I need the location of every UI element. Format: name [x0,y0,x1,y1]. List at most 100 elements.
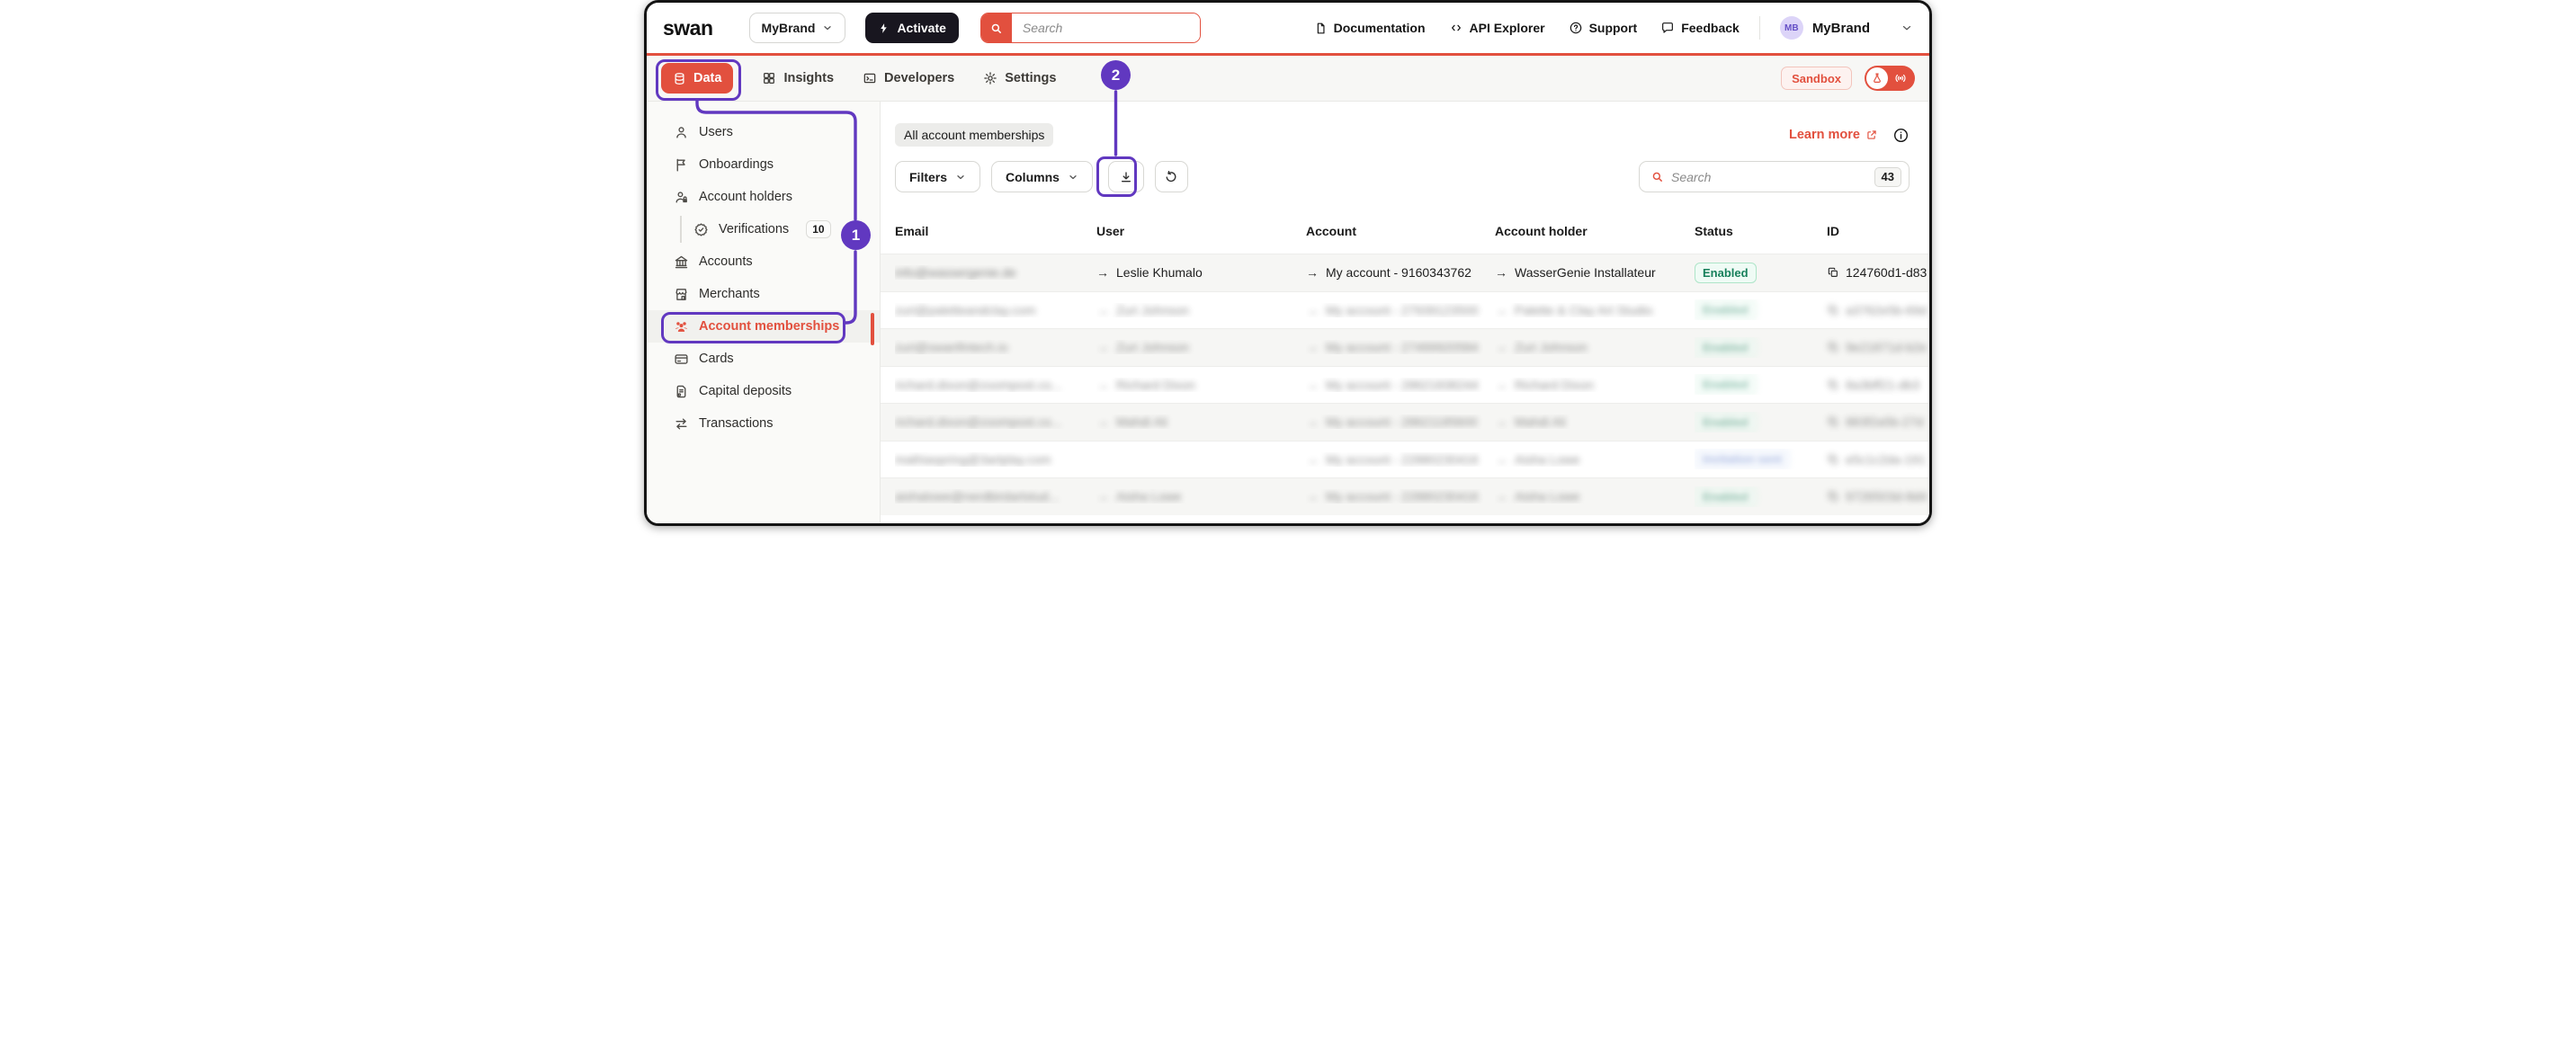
table-toolbar: Filters Columns Search 43 [895,161,1910,192]
account-menu[interactable]: MB MyBrand [1779,16,1913,40]
sidebar-item-onboardings[interactable]: Onboardings [647,148,880,181]
database-icon [673,72,686,85]
credit-card-icon [674,352,689,367]
sidebar-item-users[interactable]: Users [647,116,880,148]
tab-developers[interactable]: Developers [863,71,954,85]
table-row[interactable]: info@wassergenie.de → Leslie Khumalo → My … [881,254,1929,291]
sidebar-item-account-holders[interactable]: Account holders [647,181,880,213]
terminal-icon [863,71,877,85]
table-row[interactable]: zuri@swanfintech.io → Zuri Johnson → My ac… [881,328,1929,366]
table-row[interactable]: aishalowe@nerdbirdartstud... → Aisha Lowe… [881,477,1929,515]
table-row[interactable]: zuri@paletteandclay.com → Zuri Johnson → M… [881,290,1929,329]
search-icon [980,13,1012,42]
feedback-link[interactable]: Feedback [1660,21,1740,35]
support-link[interactable]: Support [1569,21,1637,35]
chevron-down-icon [1901,22,1913,34]
chevron-down-icon [955,172,966,183]
sandbox-badge: Sandbox [1781,67,1852,90]
account-link[interactable]: → My account - 9160343762 [1306,265,1471,280]
dashboard-icon [762,71,776,85]
project-selector[interactable]: MyBrand [748,13,846,43]
status-badge: Enabled [1695,336,1757,358]
export-download-button[interactable] [1107,161,1144,192]
section-nav: Data Insights Developers Settings Sandbo… [647,56,1929,102]
body: Users Onboardings Account holders Verifi… [647,102,1929,523]
account-holder-link[interactable]: → WasserGenie Installateur [1495,265,1656,280]
sidebar-item-account-memberships[interactable]: Account memberships [647,310,880,343]
column-header-email: Email [895,224,929,238]
sidebar-item-capital-deposits[interactable]: Capital deposits [647,375,880,407]
info-icon[interactable] [1892,127,1910,144]
bolt-icon [878,22,890,34]
user-lock-icon [674,190,689,205]
copy-icon[interactable] [1827,266,1839,279]
app-window: swan MyBrand Activate Documen [644,0,1932,526]
copy-icon [1827,453,1839,466]
user-icon [674,125,689,140]
activate-label: Activate [897,21,946,35]
sidebar-item-cards[interactable]: Cards [647,343,880,375]
link-arrow-icon: → [1495,265,1507,281]
user-link[interactable]: → Leslie Khumalo [1096,265,1203,280]
columns-button[interactable]: Columns [991,161,1093,192]
verifications-count-badge: 10 [806,220,831,238]
document-icon [1314,22,1328,35]
column-header-status: Status [1695,224,1733,238]
documentation-link[interactable]: Documentation [1314,21,1426,35]
status-badge: Enabled [1695,411,1757,432]
table-header: Email User Account Account holder Status… [881,209,1929,254]
transfer-arrows-icon [674,416,689,432]
swan-logo: swan [663,15,713,40]
bank-icon [674,254,689,270]
refresh-icon [1164,170,1178,184]
storefront-icon [674,287,689,302]
verified-badge-icon [693,222,709,237]
activate-button[interactable]: Activate [865,13,959,43]
sidebar-item-transactions[interactable]: Transactions [647,407,880,440]
result-count-badge: 43 [1874,166,1901,187]
search-icon [1650,170,1664,183]
tab-settings[interactable]: Settings [983,71,1056,85]
copy-icon [1827,304,1839,316]
people-group-icon [674,319,689,334]
table-row[interactable]: richard.dixon@zoompost.co... → Richard Di… [881,365,1929,404]
column-header-account-holder: Account holder [1495,224,1588,238]
gear-icon [983,71,997,85]
filters-button[interactable]: Filters [895,161,981,192]
global-search [979,13,1201,43]
copy-icon [1827,379,1839,391]
sidebar-item-merchants[interactable]: Merchants [647,278,880,310]
download-icon [1119,170,1133,184]
code-icon [1449,21,1463,35]
flask-icon [1866,67,1888,89]
environment-toggle[interactable] [1865,66,1915,91]
table-body: info@wassergenie.de → Leslie Khumalo → My … [881,254,1929,515]
learn-more-link[interactable]: Learn more [1789,128,1878,142]
divider [1758,16,1760,40]
capital-deposit-document-icon [674,384,689,399]
link-arrow-icon: → [1096,265,1109,281]
status-badge: Enabled [1695,299,1757,321]
environment-controls: Sandbox [1781,66,1915,91]
api-explorer-link[interactable]: API Explorer [1449,21,1545,35]
table-row[interactable]: mathiaspring@3artplay.com → My account - … [881,440,1929,478]
membership-id: 124760d1-d83 [1846,265,1928,281]
refresh-button[interactable] [1154,161,1188,192]
chevron-down-icon [822,22,833,33]
table-row[interactable]: richard.dixon@zoompost.co... → Mahdi Ali … [881,403,1929,441]
top-bar: swan MyBrand Activate Documen [647,3,1929,53]
global-search-input[interactable] [1011,13,1200,42]
table-search-input[interactable] [1664,169,1874,184]
table-search: 43 [1639,161,1910,192]
sidebar: Users Onboardings Account holders Verifi… [647,102,881,523]
status-badge: Enabled [1695,262,1757,283]
active-item-indicator [871,313,874,345]
help-circle-icon [1569,21,1583,35]
column-header-account: Account [1306,224,1356,238]
sidebar-item-verifications[interactable]: Verifications 10 [647,213,880,245]
tab-insights[interactable]: Insights [762,71,834,85]
sidebar-item-accounts[interactable]: Accounts [647,245,880,278]
copy-icon [1827,490,1839,503]
tab-data[interactable]: Data [661,63,734,94]
column-header-user: User [1096,224,1125,238]
